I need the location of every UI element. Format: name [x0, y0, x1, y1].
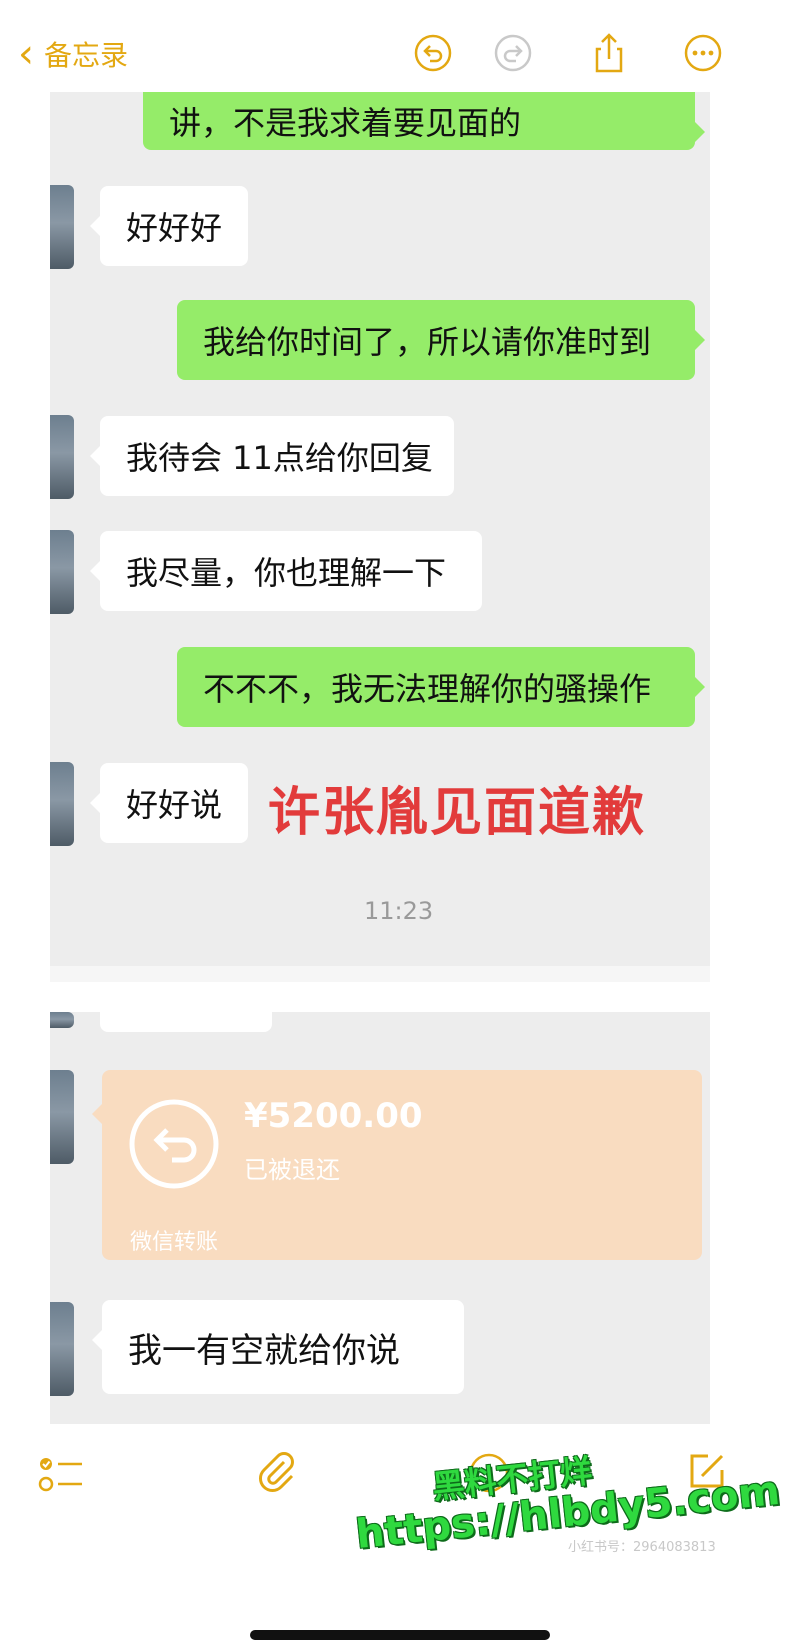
- undo-icon: [414, 34, 452, 72]
- attach-button[interactable]: [252, 1448, 300, 1496]
- avatar: [50, 1070, 74, 1164]
- message-bubble-in: 我尽量，你也理解一下: [90, 531, 482, 611]
- avatar: [50, 1012, 74, 1028]
- redo-icon: [494, 34, 532, 72]
- transfer-amount: ¥5200.00: [244, 1096, 423, 1136]
- more-button[interactable]: [682, 32, 724, 74]
- more-icon: [684, 34, 722, 72]
- avatar: [50, 1302, 74, 1396]
- message-bubble-out: 不不不，我无法理解你的骚操作: [177, 647, 705, 727]
- overlay-caption: 许张胤见面道歉: [268, 783, 647, 843]
- paperclip-icon: [259, 1452, 294, 1492]
- message-bubble-in: 好好好: [90, 186, 248, 266]
- home-indicator: [250, 1630, 550, 1640]
- transfer-card[interactable]: ¥5200.00 已被退还 微信转账: [92, 1070, 702, 1260]
- share-icon: [595, 33, 623, 73]
- avatar: [50, 762, 74, 846]
- return-transfer-icon: [129, 1099, 219, 1189]
- avatar: [50, 530, 74, 614]
- message-bubble-out: 讲，不是我求着要见面的: [143, 92, 705, 150]
- avatar: [50, 415, 74, 499]
- corner-watermark: 小红书号：2964083813: [568, 1540, 716, 1555]
- avatar: [50, 185, 74, 269]
- undo-button[interactable]: [412, 32, 454, 74]
- chevron-left-icon: ‹: [18, 31, 34, 77]
- timestamp: 11:23: [364, 897, 434, 925]
- transfer-status: 已被退还: [244, 1156, 340, 1184]
- checklist-button[interactable]: [36, 1452, 88, 1496]
- message-bubble-in: 好好说: [90, 763, 248, 843]
- share-button[interactable]: [588, 32, 630, 74]
- redo-button[interactable]: [492, 32, 534, 74]
- transfer-label: 微信转账: [130, 1230, 219, 1255]
- message-bubble-in: 我待会 11点给你回复: [90, 416, 454, 496]
- cropped-bubble: [100, 1012, 272, 1032]
- back-label: 备忘录: [44, 39, 129, 72]
- message-bubble-in: 我一有空就给你说: [92, 1300, 464, 1394]
- message-bubble-out: 我给你时间了，所以请你准时到: [177, 300, 705, 380]
- back-button[interactable]: ‹ 备忘录: [18, 34, 128, 74]
- panel-divider: [50, 966, 710, 982]
- checklist-icon: [38, 1458, 82, 1492]
